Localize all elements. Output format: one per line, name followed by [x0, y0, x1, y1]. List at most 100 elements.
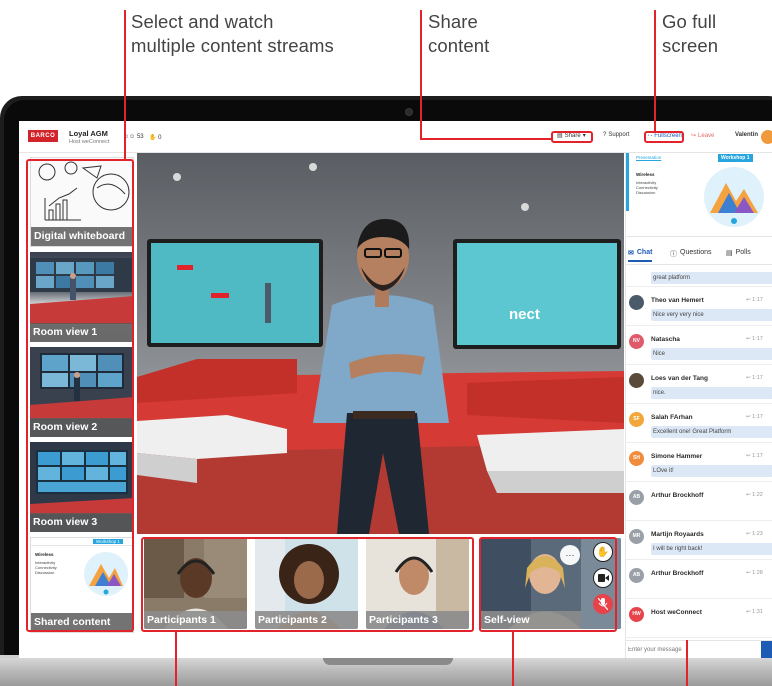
chat-time: 1:23 — [752, 531, 763, 537]
user-name[interactable]: Valentin — [735, 132, 758, 138]
chat-time: 1:17 — [752, 336, 763, 342]
callout-fullscreen-line2: screen — [662, 35, 719, 56]
chat-timestamp: ↩ 1:28 — [746, 570, 763, 576]
chat-author: Host weConnect — [651, 609, 702, 616]
reply-icon: ↩ — [746, 453, 751, 459]
chat-message: Theo van Hemert ↩ 1:17 Nice very very nice — [626, 287, 772, 326]
chat-author: Simone Hammer — [651, 453, 703, 460]
callout-select-line2: multiple content streams — [131, 35, 334, 56]
brand-logo: BARCO — [28, 130, 58, 142]
callout-share-content: Share content — [428, 10, 489, 58]
connector-share-vertical — [420, 10, 422, 140]
chat-message: MR Martijn Royaards ↩ 1:23 I will be right … — [626, 521, 772, 560]
chat-icon: ✉ — [628, 250, 634, 257]
shared-slide-preview[interactable]: Presentation Workshop 1 Wireless Interac… — [626, 153, 772, 237]
chat-timestamp: ↩ 1:17 — [746, 414, 763, 420]
chat-avatar: SF — [629, 412, 644, 427]
chat-time: 1:31 — [752, 609, 763, 615]
chat-time: 1:17 — [752, 297, 763, 303]
slide-bullet: Discussion — [636, 190, 656, 195]
chat-author: Loes van der Tang — [651, 375, 708, 382]
panel-tabs: ✉ Chat ⓘ Questions ▤ Polls — [626, 247, 772, 265]
support-label: Support — [608, 132, 630, 138]
laptop-notch — [323, 658, 453, 665]
chat-time: 1:28 — [752, 570, 763, 576]
chat-message-text: Excellent one! Great Platform — [651, 426, 772, 438]
chat-message: AB Arthur Brockhoff ↩ 1:22 — [626, 482, 772, 521]
chat-timestamp: ↩ 1:23 — [746, 531, 763, 537]
reply-icon: ↩ — [746, 297, 751, 303]
leave-icon: ↪ — [691, 133, 697, 139]
chat-timestamp: ↩ 1:22 — [746, 492, 763, 498]
leave-label: Leave — [698, 132, 715, 139]
question-icon: ⓘ — [670, 251, 677, 258]
hand-icon: ✋ — [149, 135, 157, 141]
chat-message-text: LOve it! — [651, 465, 772, 477]
poll-icon: ▤ — [726, 250, 733, 257]
callout-share-line1: Share — [428, 11, 478, 32]
chat-message: SH Simone Hammer ↩ 1:17 LOve it! — [626, 443, 772, 482]
viewers-count: 53 — [136, 134, 144, 140]
chat-author: Arthur Brockhoff — [651, 570, 704, 577]
chat-timestamp: ↩ 1:17 — [746, 336, 763, 342]
chat-author: Natascha — [651, 336, 680, 343]
callout-share-line2: content — [428, 35, 490, 56]
chat-timestamp: ↩ 1:17 — [746, 453, 763, 459]
slide-presentation-link[interactable]: Presentation — [636, 155, 661, 160]
chat-avatar: AB — [629, 568, 644, 583]
chat-message: Loes van der Tang ↩ 1:17 nice. — [626, 365, 772, 404]
meeting-title: Loyal AGM — [69, 129, 108, 138]
reply-icon: ↩ — [746, 570, 751, 576]
reply-icon: ↩ — [746, 375, 751, 381]
callout-select-streams: Select and watch multiple content stream… — [131, 10, 334, 58]
connector-participants — [175, 632, 177, 686]
chat-timestamp: ↩ 1:17 — [746, 375, 763, 381]
highlight-share-button — [551, 131, 593, 143]
callout-select-line1: Select and watch — [131, 11, 274, 32]
chat-avatar: HW — [629, 607, 644, 622]
support-icon: ? — [603, 132, 607, 138]
reply-icon: ↩ — [746, 609, 751, 615]
reply-icon: ↩ — [746, 414, 751, 420]
slide-graphic — [704, 167, 764, 227]
send-button[interactable] — [761, 641, 772, 658]
chat-timestamp: ↩ 1:31 — [746, 609, 763, 615]
slide-bullets: Interactivity Connectivity Discussion — [636, 180, 658, 195]
slide-workshop-tag: Workshop 1 — [718, 154, 753, 162]
chat-input-row — [626, 640, 772, 658]
highlight-participants — [141, 537, 474, 632]
support-button[interactable]: ? Support — [603, 132, 629, 138]
chat-avatar: AB — [629, 490, 644, 505]
chat-message: SF Salah FArhan ↩ 1:17 Excellent one! Great… — [626, 404, 772, 443]
chat-input[interactable] — [628, 643, 756, 657]
right-panel: Presentation Workshop 1 Wireless Interac… — [625, 153, 772, 658]
chat-avatar: NV — [629, 334, 644, 349]
chat-avatar: SH — [629, 451, 644, 466]
hands-count: 0 — [158, 135, 162, 141]
reply-icon: ↩ — [746, 336, 751, 342]
chat-message-text: Nice very very nice — [651, 309, 772, 321]
chat-author: Theo van Hemert — [651, 297, 704, 304]
chat-message-text: Nice — [651, 348, 772, 360]
chat-message: AB Arthur Brockhoff ↩ 1:28 — [626, 560, 772, 599]
connector-fullscreen — [654, 10, 656, 131]
chat-time: 1:17 — [752, 375, 763, 381]
highlight-source-list — [26, 159, 134, 632]
viewers-stat: ☺☺ 53 — [123, 134, 144, 140]
callout-fullscreen: Go full screen — [662, 10, 718, 58]
tab-chat[interactable]: ✉ Chat — [628, 249, 653, 262]
user-avatar[interactable] — [761, 130, 772, 144]
leave-button[interactable]: ↪ Leave — [691, 132, 715, 140]
connector-chat — [686, 640, 688, 686]
chat-message-partial: great platform — [626, 269, 772, 287]
chat-author: Salah FArhan — [651, 414, 693, 421]
main-video[interactable]: nect — [137, 153, 624, 534]
tab-questions-label: Questions — [680, 249, 712, 256]
tab-polls[interactable]: ▤ Polls — [726, 249, 751, 257]
tab-questions[interactable]: ⓘ Questions — [670, 249, 712, 259]
chat-time: 1:22 — [752, 492, 763, 498]
slide-heading: Wireless — [636, 172, 655, 177]
chat-message-text: I will be right back! — [651, 543, 772, 555]
chat-author: Arthur Brockhoff — [651, 492, 704, 499]
tab-polls-label: Polls — [735, 249, 751, 256]
